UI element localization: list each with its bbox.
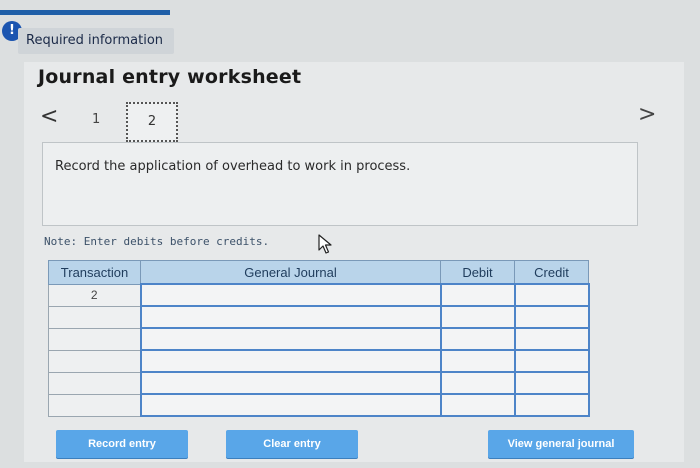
- general-journal-input[interactable]: [139, 283, 442, 307]
- table-row: [48, 327, 590, 351]
- transaction-cell: [48, 371, 141, 395]
- record-entry-button[interactable]: Record entry: [56, 430, 188, 458]
- general-journal-input[interactable]: [139, 327, 442, 351]
- clear-entry-button[interactable]: Clear entry: [226, 430, 358, 458]
- credit-input[interactable]: [513, 283, 590, 307]
- general-journal-input[interactable]: [139, 305, 442, 329]
- page-title: Journal entry worksheet: [38, 66, 302, 88]
- column-header-credit: Credit: [514, 260, 589, 285]
- mouse-pointer-icon: [318, 234, 332, 254]
- general-journal-input[interactable]: [139, 371, 442, 395]
- transaction-cell: 2: [48, 283, 141, 307]
- instruction-box: Record the application of overhead to wo…: [42, 142, 638, 226]
- credit-input[interactable]: [513, 327, 590, 351]
- debit-input[interactable]: [439, 327, 516, 351]
- column-header-transaction: Transaction: [48, 260, 141, 285]
- general-journal-input[interactable]: [139, 393, 442, 417]
- general-journal-input[interactable]: [139, 349, 442, 373]
- transaction-cell: [48, 393, 141, 417]
- credit-input[interactable]: [513, 393, 590, 417]
- note-text: Note: Enter debits before credits.: [44, 235, 270, 248]
- journal-header-row: Transaction General Journal Debit Credit: [48, 260, 589, 285]
- column-header-debit: Debit: [440, 260, 515, 285]
- debit-input[interactable]: [439, 371, 516, 395]
- transaction-cell: [48, 327, 141, 351]
- credit-input[interactable]: [513, 349, 590, 373]
- table-row: 2: [48, 283, 590, 307]
- page-tab-1[interactable]: 1: [92, 112, 100, 127]
- credit-input[interactable]: [513, 371, 590, 395]
- table-row: [48, 305, 590, 329]
- debit-input[interactable]: [439, 349, 516, 373]
- column-header-general-journal: General Journal: [140, 260, 441, 285]
- transaction-cell: [48, 305, 141, 329]
- journal-table: Transaction General Journal Debit Credit…: [48, 260, 590, 417]
- required-information-tab[interactable]: Required information: [18, 28, 174, 54]
- chevron-left-icon[interactable]: <: [40, 106, 58, 128]
- debit-input[interactable]: [439, 283, 516, 307]
- chevron-right-icon[interactable]: >: [638, 104, 656, 126]
- table-row: [48, 393, 590, 417]
- top-progress-bar: [0, 10, 170, 15]
- view-general-journal-button[interactable]: View general journal: [488, 430, 634, 458]
- debit-input[interactable]: [439, 305, 516, 329]
- table-row: [48, 349, 590, 373]
- debit-input[interactable]: [439, 393, 516, 417]
- instruction-text: Record the application of overhead to wo…: [55, 159, 411, 174]
- page-tab-2-active[interactable]: 2: [126, 102, 178, 142]
- table-row: [48, 371, 590, 395]
- transaction-cell: [48, 349, 141, 373]
- credit-input[interactable]: [513, 305, 590, 329]
